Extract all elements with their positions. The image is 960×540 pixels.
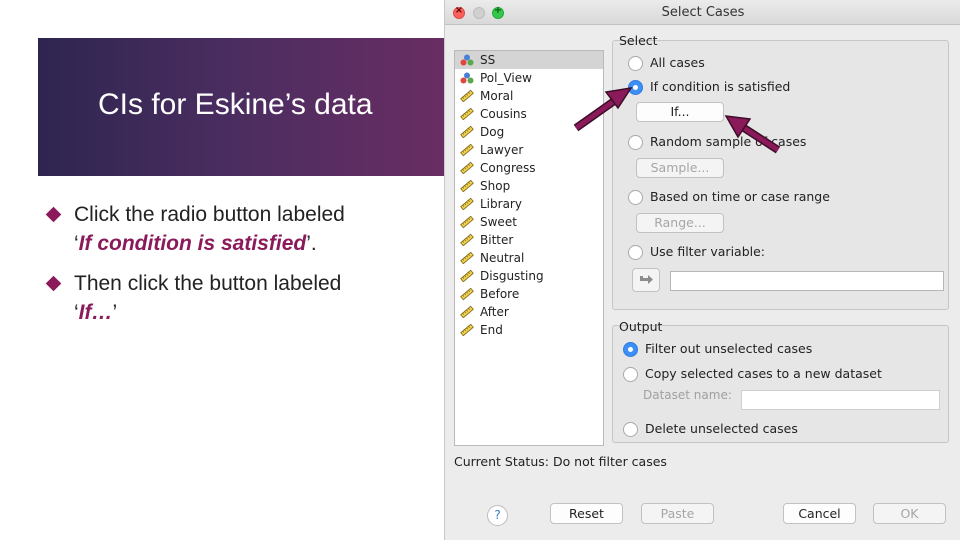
scale-ruler-icon	[460, 306, 474, 318]
radio-button[interactable]	[623, 422, 638, 437]
radio-button[interactable]	[628, 56, 643, 71]
variable-name: Dog	[480, 125, 505, 139]
current-status: Current Status: Do not filter cases	[454, 454, 667, 469]
variable-list-item[interactable]: Shop	[455, 177, 603, 195]
variable-name: End	[480, 323, 503, 337]
scale-ruler-icon	[460, 144, 474, 156]
variable-name: Sweet	[480, 215, 517, 229]
variable-list-item[interactable]: Pol_View	[455, 69, 603, 87]
bullet-diamond-icon	[45, 206, 62, 223]
scale-ruler-icon	[460, 216, 474, 228]
variable-name: Lawyer	[480, 143, 524, 157]
scale-ruler-icon	[460, 180, 474, 192]
variable-list-item[interactable]: Moral	[455, 87, 603, 105]
scale-ruler-icon	[460, 198, 474, 210]
scale-ruler-icon	[460, 162, 474, 174]
range-button[interactable]: Range...	[636, 213, 724, 233]
variable-list-item[interactable]: Dog	[455, 123, 603, 141]
variable-list-item[interactable]: Cousins	[455, 105, 603, 123]
variable-name: Before	[480, 287, 520, 301]
variable-name: Shop	[480, 179, 511, 193]
variable-name: Disgusting	[480, 269, 544, 283]
slide-title: CIs for Eskine’s data	[98, 88, 373, 121]
variable-list[interactable]: SS Pol_View Moral Cousins Dog Lawyer Congress S…	[454, 50, 604, 446]
variable-name: Bitter	[480, 233, 514, 247]
variable-list-item[interactable]: Disgusting	[455, 267, 603, 285]
variable-name: Congress	[480, 161, 536, 175]
radio-button-selected[interactable]	[623, 342, 638, 357]
select-group-label: Select	[619, 33, 658, 48]
bullet-diamond-icon	[45, 275, 62, 292]
variable-list-item[interactable]: Lawyer	[455, 141, 603, 159]
scale-ruler-icon	[460, 126, 474, 138]
paste-button[interactable]: Paste	[641, 503, 714, 524]
variable-list-item[interactable]: After	[455, 303, 603, 321]
scale-ruler-icon	[460, 234, 474, 246]
variable-list-item[interactable]: Neutral	[455, 249, 603, 267]
if-button[interactable]: If...	[636, 102, 724, 122]
dataset-name-label: Dataset name:	[643, 388, 732, 402]
cancel-button[interactable]: Cancel	[783, 503, 856, 524]
nominal-icon	[460, 54, 474, 66]
variable-list-item[interactable]: Before	[455, 285, 603, 303]
ok-button[interactable]: OK	[873, 503, 946, 524]
variable-list-item[interactable]: Library	[455, 195, 603, 213]
variable-name: Pol_View	[480, 71, 532, 85]
radio-button-selected[interactable]	[628, 80, 643, 95]
scale-ruler-icon	[460, 252, 474, 264]
nominal-icon	[460, 72, 474, 84]
move-arrow-icon	[640, 275, 653, 284]
radio-button[interactable]	[628, 245, 643, 260]
radio-button[interactable]	[628, 190, 643, 205]
variable-list-item[interactable]: Bitter	[455, 231, 603, 249]
dataset-name-field[interactable]	[741, 390, 940, 410]
radio-button[interactable]	[628, 135, 643, 150]
output-group-label: Output	[619, 319, 663, 334]
filter-variable-field[interactable]	[670, 271, 944, 291]
scale-ruler-icon	[460, 288, 474, 300]
scale-ruler-icon	[460, 324, 474, 336]
scale-ruler-icon	[460, 270, 474, 282]
variable-list-item[interactable]: Sweet	[455, 213, 603, 231]
scale-ruler-icon	[460, 108, 474, 120]
variable-name: SS	[480, 53, 496, 67]
bullet-1-line-2: ‘If condition is satisfied’.	[74, 232, 317, 255]
variable-name: Cousins	[480, 107, 527, 121]
window-title: Select Cases	[661, 5, 745, 20]
bullet-2-line-2: ‘If…’	[74, 301, 118, 324]
select-cases-dialog: × + Select Cases SS Pol_View Moral Cousins D…	[444, 0, 960, 540]
variable-name: Neutral	[480, 251, 525, 265]
help-button[interactable]: ?	[487, 505, 508, 526]
move-variable-button[interactable]	[632, 268, 660, 292]
radio-button[interactable]	[623, 367, 638, 382]
sample-button[interactable]: Sample...	[636, 158, 724, 178]
title-bar: × + Select Cases	[445, 0, 960, 25]
bullet-1-line-1: Click the radio button labeled	[74, 203, 345, 226]
variable-list-item[interactable]: End	[455, 321, 603, 339]
scale-ruler-icon	[460, 90, 474, 102]
reset-button[interactable]: Reset	[550, 503, 623, 524]
variable-name: After	[480, 305, 509, 319]
bullet-2-line-1: Then click the button labeled	[74, 272, 342, 295]
variable-name: Library	[480, 197, 522, 211]
variable-list-item[interactable]: Congress	[455, 159, 603, 177]
variable-list-item[interactable]: SS	[455, 51, 603, 69]
variable-name: Moral	[480, 89, 514, 103]
